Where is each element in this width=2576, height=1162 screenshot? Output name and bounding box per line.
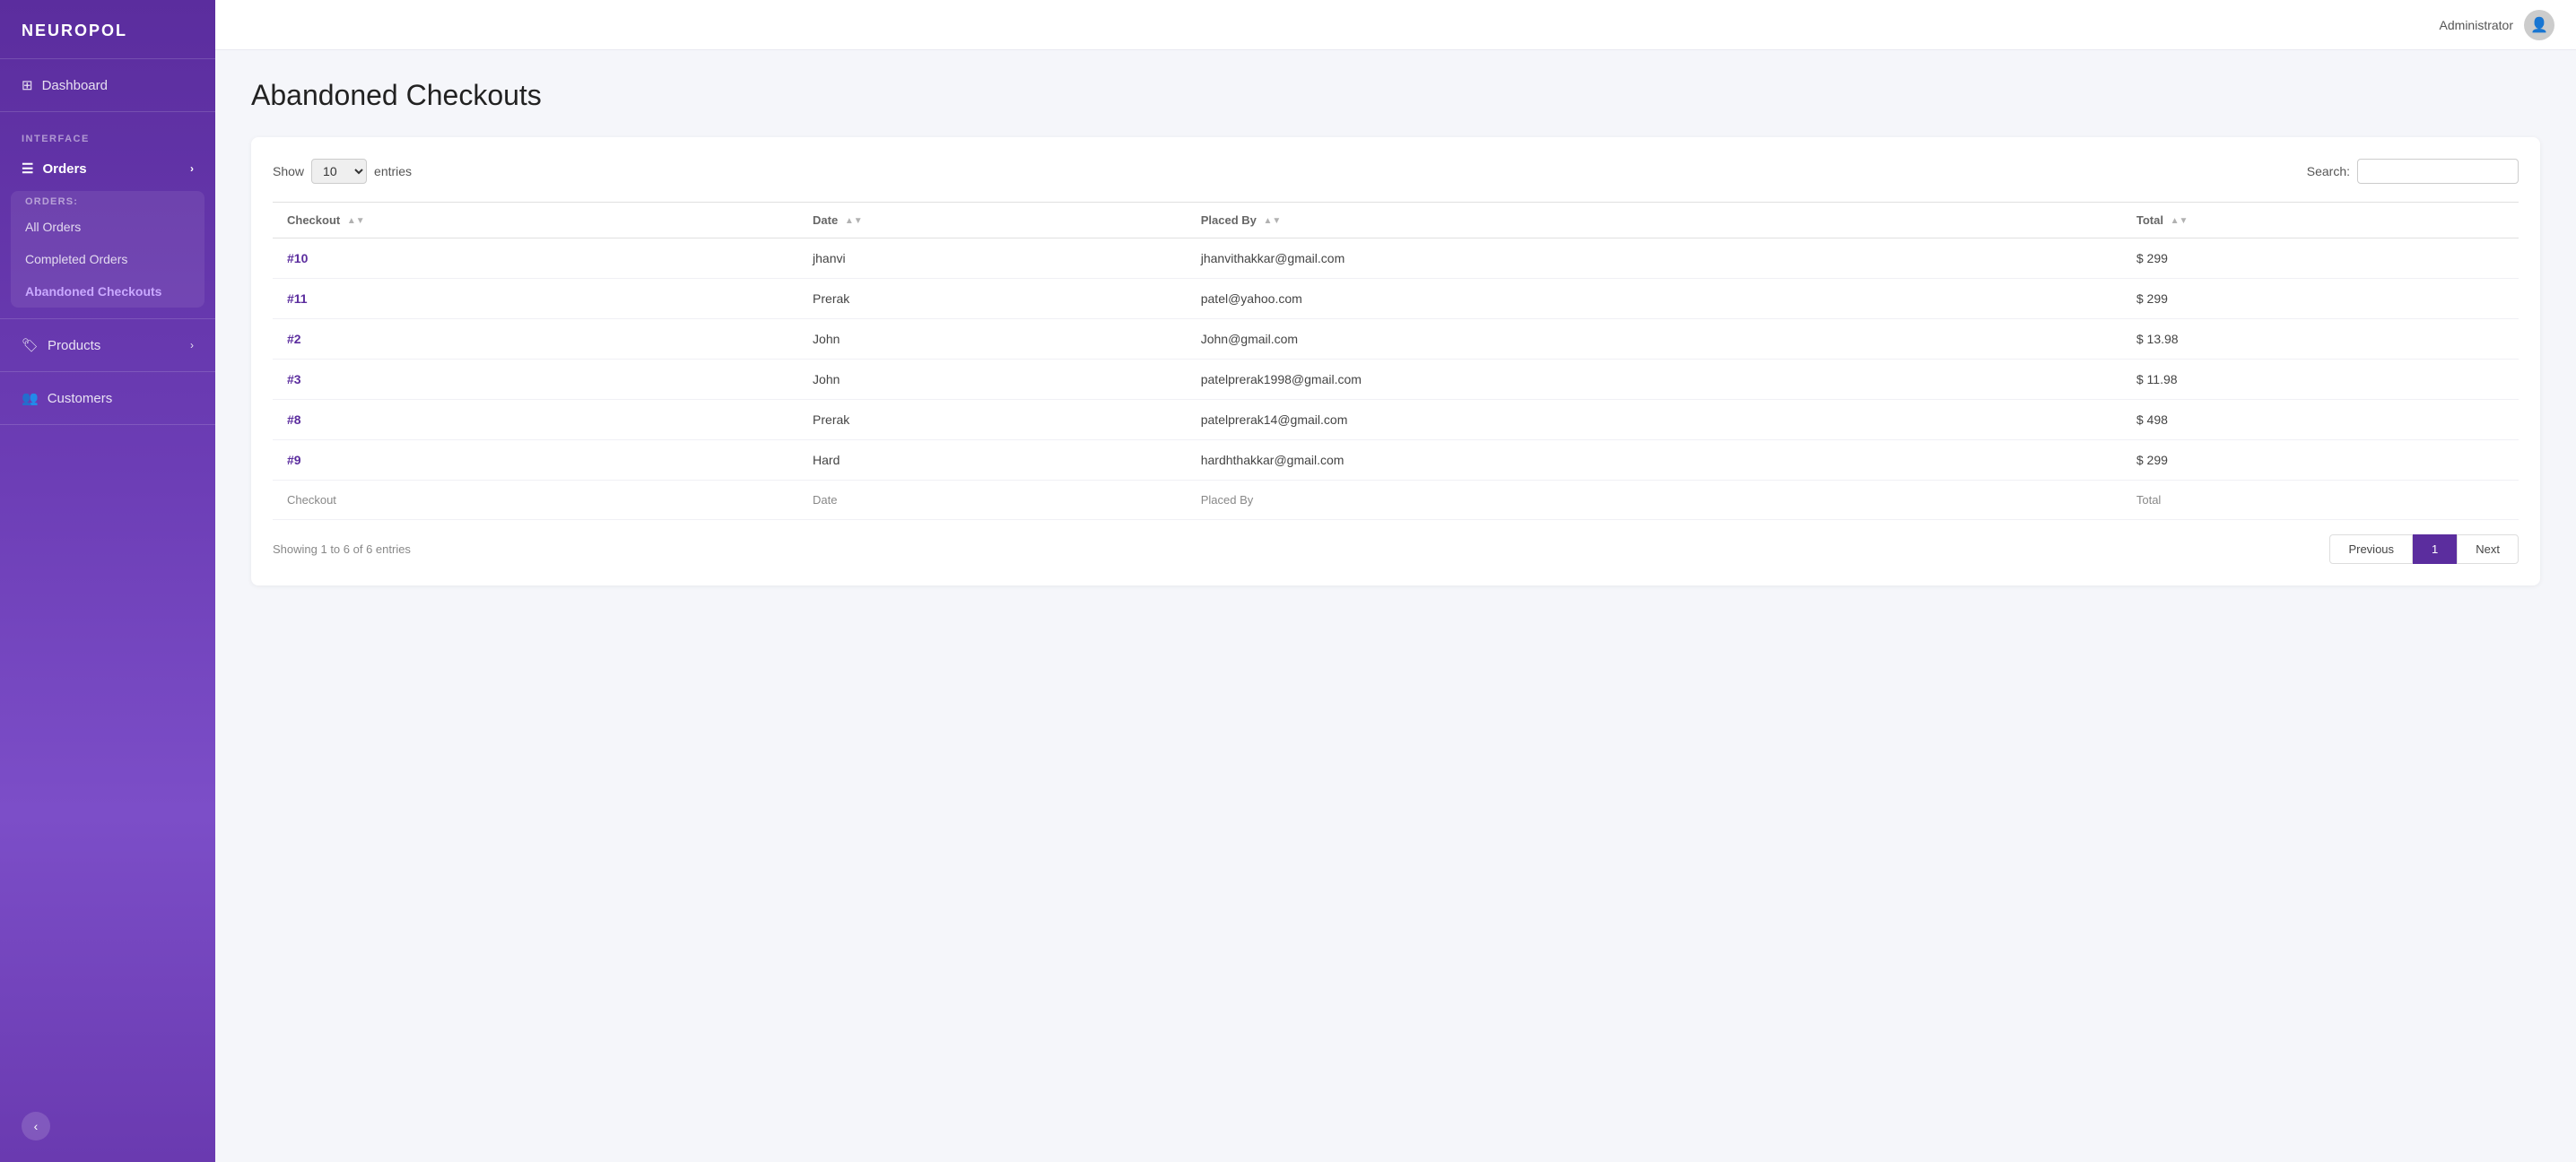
avatar: 👤 xyxy=(2524,10,2554,40)
col-header-date[interactable]: Date ▲▼ xyxy=(798,203,1187,238)
table-row: #2 John John@gmail.com $ 13.98 xyxy=(273,319,2519,360)
cell-placed-by-4: patelprerak14@gmail.com xyxy=(1187,400,2122,440)
admin-label: Administrator xyxy=(2440,18,2513,32)
cell-total-5: $ 299 xyxy=(2122,440,2519,481)
cell-checkout-3[interactable]: #3 xyxy=(273,360,798,400)
cell-checkout-5[interactable]: #9 xyxy=(273,440,798,481)
cell-date-1: Prerak xyxy=(798,279,1187,319)
col-header-placed-by[interactable]: Placed By ▲▼ xyxy=(1187,203,2122,238)
search-input[interactable] xyxy=(2357,159,2519,184)
cell-date-2: John xyxy=(798,319,1187,360)
cell-total-4: $ 498 xyxy=(2122,400,2519,440)
orders-icon: ☰ xyxy=(22,160,33,177)
search-control: Search: xyxy=(2307,159,2519,184)
table-card: Show 10 25 50 100 entries Search: xyxy=(251,137,2540,585)
data-table: Checkout ▲▼ Date ▲▼ Placed By ▲▼ Total xyxy=(273,202,2519,520)
cell-date-5: Hard xyxy=(798,440,1187,481)
app-logo: NEUROPOL xyxy=(0,0,215,59)
table-row: #11 Prerak patel@yahoo.com $ 299 xyxy=(273,279,2519,319)
sort-icon-placed-by: ▲▼ xyxy=(1264,216,1282,226)
cell-total-3: $ 11.98 xyxy=(2122,360,2519,400)
show-label: Show xyxy=(273,164,304,178)
sidebar-item-label: Customers xyxy=(48,391,113,406)
cell-total-2: $ 13.98 xyxy=(2122,319,2519,360)
search-label: Search: xyxy=(2307,164,2350,178)
divider-1 xyxy=(0,111,215,112)
table-footer-row: Checkout Date Placed By Total xyxy=(273,481,2519,520)
cell-placed-by-0: jhanvithakkar@gmail.com xyxy=(1187,238,2122,279)
main-content: Administrator 👤 Abandoned Checkouts Show… xyxy=(215,0,2576,1162)
divider-2 xyxy=(0,318,215,319)
table-footer: Showing 1 to 6 of 6 entries Previous 1 N… xyxy=(273,534,2519,564)
showing-text: Showing 1 to 6 of 6 entries xyxy=(273,542,411,556)
sidebar-collapse-button[interactable]: ‹ xyxy=(22,1112,50,1140)
previous-button[interactable]: Previous xyxy=(2329,534,2413,564)
chevron-right-icon: › xyxy=(190,162,194,175)
topbar: Administrator 👤 xyxy=(215,0,2576,50)
submenu-item-completed-orders[interactable]: Completed Orders xyxy=(11,243,205,275)
footer-col-placed-by: Placed By xyxy=(1187,481,2122,520)
cell-checkout-0[interactable]: #10 xyxy=(273,238,798,279)
table-controls: Show 10 25 50 100 entries Search: xyxy=(273,159,2519,184)
customers-icon: 👥 xyxy=(22,390,39,406)
cell-total-1: $ 299 xyxy=(2122,279,2519,319)
table-header-row: Checkout ▲▼ Date ▲▼ Placed By ▲▼ Total xyxy=(273,203,2519,238)
show-entries-control: Show 10 25 50 100 entries xyxy=(273,159,412,184)
interface-section-label: INTERFACE xyxy=(0,119,215,150)
orders-submenu-label: ORDERS: xyxy=(11,191,205,211)
sidebar: NEUROPOL ⊞ Dashboard INTERFACE ☰ Orders … xyxy=(0,0,215,1162)
cell-checkout-4[interactable]: #8 xyxy=(273,400,798,440)
col-header-total[interactable]: Total ▲▼ xyxy=(2122,203,2519,238)
footer-col-checkout: Checkout xyxy=(273,481,798,520)
cell-date-0: jhanvi xyxy=(798,238,1187,279)
cell-placed-by-5: hardhthakkar@gmail.com xyxy=(1187,440,2122,481)
submenu-item-abandoned-checkouts[interactable]: Abandoned Checkouts xyxy=(11,275,205,308)
entries-label: entries xyxy=(374,164,412,178)
page-button-1[interactable]: 1 xyxy=(2413,534,2457,564)
cell-date-4: Prerak xyxy=(798,400,1187,440)
cell-placed-by-1: patel@yahoo.com xyxy=(1187,279,2122,319)
cell-checkout-2[interactable]: #2 xyxy=(273,319,798,360)
table-row: #8 Prerak patelprerak14@gmail.com $ 498 xyxy=(273,400,2519,440)
cell-date-3: John xyxy=(798,360,1187,400)
sidebar-item-orders[interactable]: ☰ Orders › xyxy=(0,150,215,187)
pagination: Previous 1 Next xyxy=(2329,534,2519,564)
sort-icon-checkout: ▲▼ xyxy=(347,216,365,226)
next-button[interactable]: Next xyxy=(2457,534,2519,564)
chevron-right-icon: › xyxy=(190,339,194,351)
table-row: #3 John patelprerak1998@gmail.com $ 11.9… xyxy=(273,360,2519,400)
dashboard-icon: ⊞ xyxy=(22,77,33,93)
sort-icon-date: ▲▼ xyxy=(845,216,863,226)
cell-checkout-1[interactable]: #11 xyxy=(273,279,798,319)
cell-total-0: $ 299 xyxy=(2122,238,2519,279)
cell-placed-by-3: patelprerak1998@gmail.com xyxy=(1187,360,2122,400)
sidebar-item-label: Orders xyxy=(42,161,86,177)
divider-4 xyxy=(0,424,215,425)
products-icon: 🏷 xyxy=(22,337,39,353)
cell-placed-by-2: John@gmail.com xyxy=(1187,319,2122,360)
entries-select[interactable]: 10 25 50 100 xyxy=(311,159,367,184)
page-title: Abandoned Checkouts xyxy=(251,79,2540,112)
page-content: Abandoned Checkouts Show 10 25 50 100 en… xyxy=(215,50,2576,1162)
sidebar-item-products[interactable]: 🏷 Products › xyxy=(0,326,215,364)
table-row: #9 Hard hardhthakkar@gmail.com $ 299 xyxy=(273,440,2519,481)
sidebar-item-label: Products xyxy=(48,338,100,353)
divider-3 xyxy=(0,371,215,372)
col-header-checkout[interactable]: Checkout ▲▼ xyxy=(273,203,798,238)
sidebar-item-label: Dashboard xyxy=(42,78,108,93)
sidebar-item-dashboard[interactable]: ⊞ Dashboard xyxy=(0,66,215,104)
orders-submenu: ORDERS: All Orders Completed Orders Aban… xyxy=(11,191,205,308)
submenu-item-all-orders[interactable]: All Orders xyxy=(11,211,205,243)
footer-col-date: Date xyxy=(798,481,1187,520)
footer-col-total: Total xyxy=(2122,481,2519,520)
sidebar-item-customers[interactable]: 👥 Customers xyxy=(0,379,215,417)
sort-icon-total: ▲▼ xyxy=(2171,216,2189,226)
table-row: #10 jhanvi jhanvithakkar@gmail.com $ 299 xyxy=(273,238,2519,279)
